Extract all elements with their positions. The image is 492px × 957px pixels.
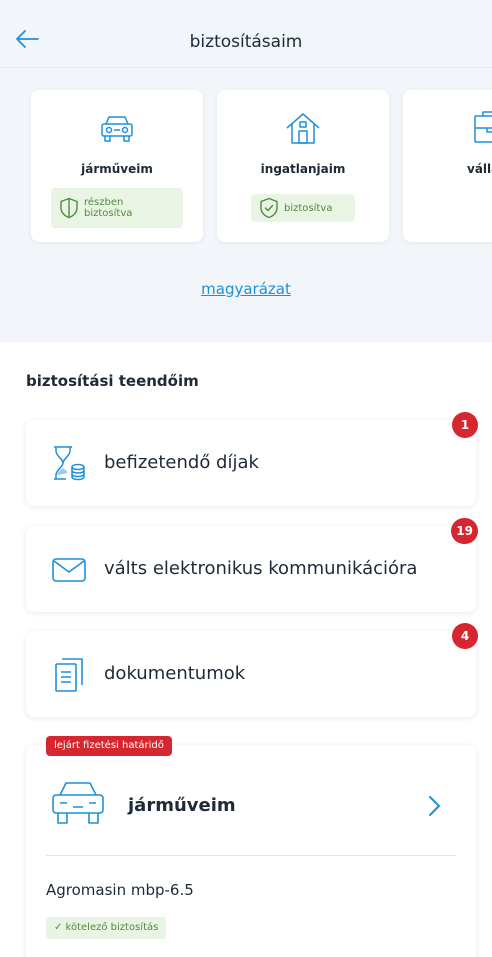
page-title: biztosításaim — [189, 32, 303, 52]
category-label: vállalko — [467, 162, 492, 176]
app-header: biztosításaim — [0, 0, 492, 68]
category-card-vehicles[interactable]: járműveim részben biztosítva — [31, 90, 203, 242]
todo-item-fees[interactable]: befizetendő díjak 1 — [26, 412, 478, 506]
envelope-icon — [50, 551, 88, 589]
category-card-business[interactable]: vállalko — [403, 90, 492, 242]
shield-half-icon — [60, 197, 78, 219]
section-title: biztosítási teendőim — [26, 372, 199, 390]
insurance-categories: járműveim részben biztosítva ingatlanjai… — [0, 68, 492, 342]
count-badge: 4 — [452, 623, 478, 649]
vehicle-section-title: járműveim — [128, 795, 236, 816]
business-icon — [469, 108, 492, 148]
overdue-badge: lejárt fizetési határidő — [46, 736, 172, 756]
vehicle-name: Agromasin mbp-6.5 — [46, 881, 194, 899]
category-card-properties[interactable]: ingatlanjaim biztosítva — [217, 90, 389, 242]
document-icon — [50, 656, 88, 694]
todo-item-documents[interactable]: dokumentumok 4 — [26, 623, 478, 717]
chevron-right-icon[interactable] — [424, 793, 444, 819]
shield-check-icon — [260, 197, 278, 219]
todo-label: válts elektronikus kommunikációra — [104, 558, 418, 579]
count-badge: 19 — [451, 518, 478, 544]
divider — [46, 855, 456, 856]
status-badge: biztosítva — [251, 194, 355, 222]
category-label: járműveim — [81, 162, 153, 176]
category-label: ingatlanjaim — [260, 162, 346, 176]
car-icon — [48, 775, 108, 831]
todo-label: dokumentumok — [104, 663, 246, 684]
status-text: biztosítva — [284, 202, 333, 214]
hourglass-coins-icon — [50, 445, 88, 483]
todo-label: befizetendő díjak — [104, 452, 259, 473]
explanation-link[interactable]: magyarázat — [0, 280, 492, 298]
insurance-type-tag: ✓ kötelező biztosítás — [46, 917, 167, 939]
count-badge: 1 — [452, 412, 478, 438]
car-icon — [97, 108, 137, 148]
status-badge: részben biztosítva — [51, 188, 183, 228]
house-icon — [283, 108, 323, 148]
todo-item-e-communication[interactable]: válts elektronikus kommunikációra 19 — [26, 518, 478, 612]
vehicle-card[interactable]: járműveim Agromasin mbp-6.5 ✓ kötelező b… — [26, 745, 476, 957]
status-text: részben biztosítva — [84, 197, 133, 219]
